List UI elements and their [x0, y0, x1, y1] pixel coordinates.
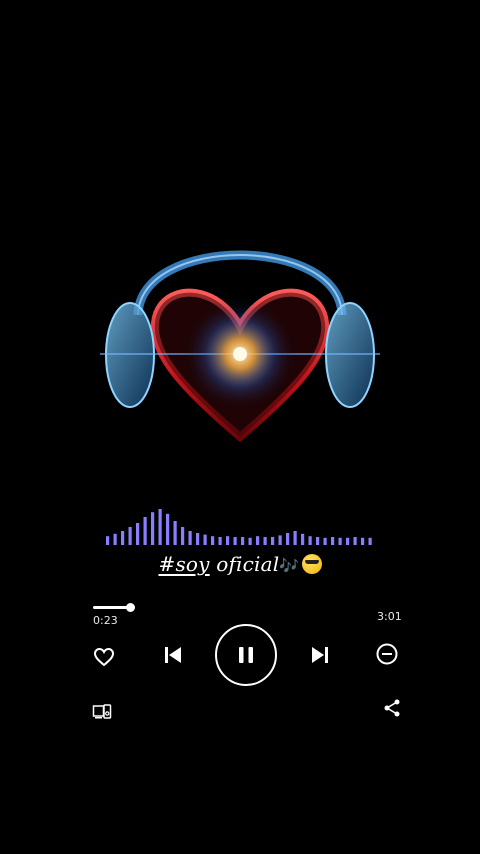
visualizer-bar: [271, 537, 275, 545]
visualizer-bar: [286, 533, 290, 545]
heart-outline-icon: [93, 647, 115, 667]
visualizer-bar: [173, 521, 177, 545]
visualizer-bar: [158, 509, 162, 545]
visualizer-bar: [338, 537, 342, 545]
visualizer-bar: [151, 512, 155, 545]
previous-button[interactable]: [160, 642, 186, 668]
audio-visualizer: [106, 509, 372, 545]
elapsed-time: 0:23: [93, 614, 118, 627]
progress-handle[interactable]: [126, 603, 136, 612]
share-button[interactable]: [381, 697, 403, 719]
album-artwork: [100, 250, 380, 443]
visualizer-bar: [301, 533, 305, 545]
visualizer-bar: [241, 537, 245, 545]
music-notes-emoji: 🎶: [279, 556, 300, 575]
visualizer-bar: [233, 537, 237, 545]
track-title-hashtag: #soy: [158, 552, 210, 576]
visualizer-bar: [278, 535, 282, 545]
visualizer-bar: [368, 537, 372, 545]
connect-device-icon: [92, 704, 112, 719]
visualizer-bar: [196, 533, 200, 545]
connect-device-button[interactable]: [91, 701, 113, 723]
visualizer-bar: [263, 537, 267, 545]
visualizer-bar: [106, 536, 110, 545]
visualizer-bar: [293, 531, 297, 545]
visualizer-bar: [331, 537, 335, 545]
visualizer-bar: [211, 536, 215, 545]
visualizer-bar: [166, 513, 170, 545]
visualizer-bar: [308, 536, 312, 545]
remove-button[interactable]: [374, 641, 400, 667]
sunglasses-emoji-icon: [301, 554, 322, 574]
visualizer-bar: [143, 517, 147, 545]
visualizer-bar: [121, 531, 125, 545]
skip-next-icon: [312, 647, 328, 663]
visualizer-bar: [188, 531, 192, 545]
visualizer-bar: [113, 533, 117, 545]
pause-icon: [239, 647, 253, 663]
visualizer-bar: [128, 527, 132, 545]
visualizer-bar: [226, 536, 230, 545]
visualizer-bar: [256, 536, 260, 545]
track-title-text: oficial: [209, 552, 280, 576]
total-duration: 3:01: [377, 610, 402, 623]
next-button[interactable]: [307, 642, 333, 668]
visualizer-bar: [353, 537, 357, 545]
like-button[interactable]: [91, 644, 117, 670]
skip-previous-icon: [165, 647, 181, 663]
visualizer-bar: [218, 537, 222, 545]
visualizer-bar: [346, 537, 350, 545]
visualizer-bar: [203, 534, 207, 545]
track-title: #soy oficial🎶: [0, 552, 480, 576]
visualizer-bar: [136, 523, 140, 545]
share-icon: [384, 699, 400, 717]
visualizer-bar: [361, 537, 365, 545]
visualizer-bar: [248, 537, 252, 545]
visualizer-bar: [323, 537, 327, 545]
pause-button[interactable]: [215, 624, 277, 686]
progress-bar[interactable]: [93, 603, 387, 612]
visualizer-bar: [181, 527, 185, 545]
progress-fill: [93, 606, 131, 609]
visualizer-bar: [316, 537, 320, 545]
minus-circle-icon: [376, 643, 398, 665]
